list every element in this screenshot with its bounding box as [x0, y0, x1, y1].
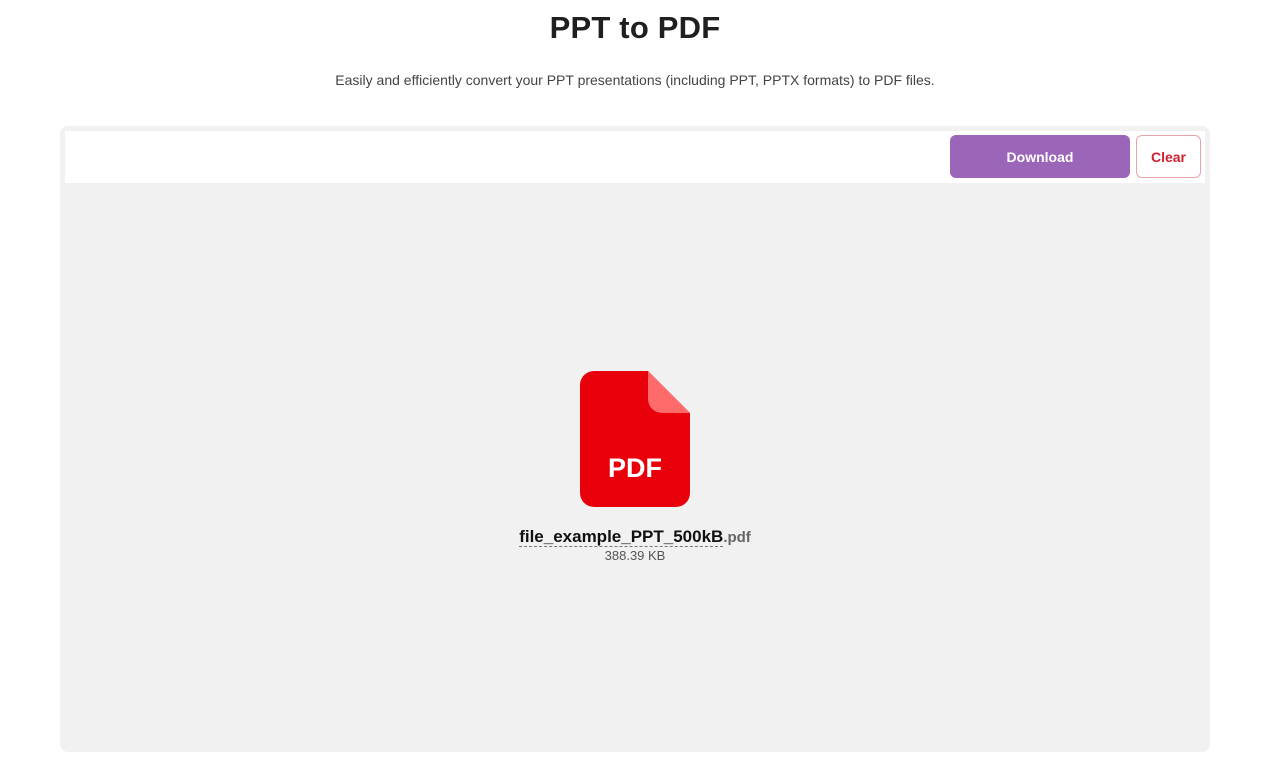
file-card: PDF file_example_PPT_500kB.pdf 388.39 KB: [460, 371, 810, 563]
file-extension: .pdf: [723, 529, 751, 546]
conversion-panel: Download Clear PDF file_example_PPT_500k…: [60, 126, 1210, 752]
pdf-icon-label: PDF: [608, 453, 662, 483]
clear-button[interactable]: Clear: [1136, 135, 1201, 178]
file-size: 388.39 KB: [604, 548, 666, 563]
download-button[interactable]: Download: [950, 135, 1130, 178]
toolbar: Download Clear: [65, 131, 1205, 183]
page-subtitle: Easily and efficiently convert your PPT …: [335, 72, 935, 88]
page-title: PPT to PDF: [549, 10, 721, 45]
file-name: file_example_PPT_500kB.pdf: [460, 527, 810, 548]
pdf-file-icon: PDF: [580, 371, 690, 507]
file-name-link[interactable]: file_example_PPT_500kB: [519, 527, 724, 547]
